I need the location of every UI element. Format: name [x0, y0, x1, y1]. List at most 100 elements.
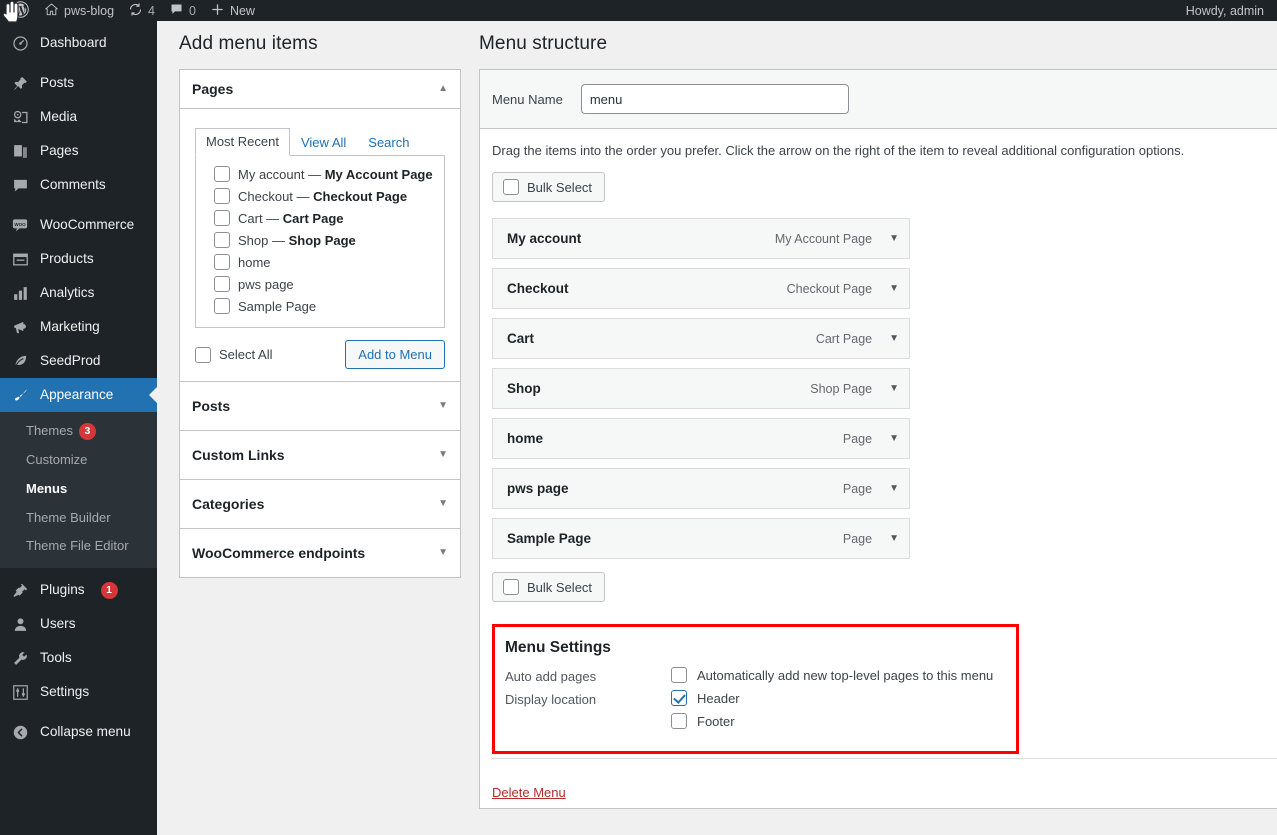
site-name-menu[interactable]: pws-blog [37, 0, 121, 21]
submenu-item-theme-builder[interactable]: Theme Builder [0, 504, 157, 533]
accordion-woocommerce-endpoints-header[interactable]: WooCommerce endpoints ▼ [180, 529, 460, 577]
accordion-pages-header[interactable]: Pages ▲ [180, 70, 460, 109]
sidebar-item-media[interactable]: Media [0, 100, 157, 134]
updates-menu[interactable]: 4 [121, 0, 162, 21]
display-location-footer-checkbox[interactable] [671, 713, 687, 729]
chevron-down-icon[interactable]: ▼ [889, 233, 899, 244]
collapse-arrow-icon [10, 722, 30, 742]
display-location-header-control[interactable]: Header [671, 690, 740, 706]
sidebar-item-plugins[interactable]: Plugins 1 [0, 573, 157, 607]
sidebar-item-appearance[interactable]: Appearance [0, 378, 157, 412]
submenu-item-customize[interactable]: Customize [0, 446, 157, 475]
chevron-down-icon[interactable]: ▼ [889, 483, 899, 494]
sidebar-item-analytics[interactable]: Analytics [0, 276, 157, 310]
chevron-down-icon[interactable]: ▼ [438, 548, 448, 558]
pin-icon [10, 73, 30, 93]
menu-item-row[interactable]: Shop Shop Page ▼ [492, 368, 910, 409]
sidebar-item-woocommerce[interactable]: WOO WooCommerce [0, 208, 157, 242]
bulk-select-top-checkbox[interactable] [503, 179, 519, 195]
bulk-select-bottom-button[interactable]: Bulk Select [492, 572, 606, 602]
chevron-up-icon[interactable]: ▲ [438, 84, 448, 94]
chevron-down-icon[interactable]: ▼ [889, 433, 899, 444]
auto-add-pages-checkbox[interactable] [671, 667, 687, 683]
page-checkbox[interactable] [214, 298, 230, 314]
menu-item-row[interactable]: pws page Page ▼ [492, 468, 910, 509]
chevron-down-icon[interactable]: ▼ [889, 533, 899, 544]
menu-item-row[interactable]: My account My Account Page ▼ [492, 218, 910, 259]
menu-item-type: Shop Page [810, 381, 873, 396]
sidebar-item-products[interactable]: Products [0, 242, 157, 276]
page-checkbox-row[interactable]: Sample Page [206, 295, 434, 317]
bulk-select-top-button[interactable]: Bulk Select [492, 172, 606, 202]
bulk-select-label: Bulk Select [527, 179, 593, 195]
wordpress-logo-button[interactable] [3, 0, 37, 21]
accordion-posts-header[interactable]: Posts ▼ [180, 382, 460, 430]
page-checkbox[interactable] [214, 188, 230, 204]
user-icon [10, 614, 30, 634]
page-checkbox[interactable] [214, 232, 230, 248]
comments-menu[interactable]: 0 [162, 0, 203, 21]
select-all-row[interactable]: Select All [195, 344, 272, 366]
page-checkbox-row[interactable]: pws page [206, 273, 434, 295]
page-checkbox[interactable] [214, 210, 230, 226]
accordion-categories-header[interactable]: Categories ▼ [180, 480, 460, 528]
wordpress-logo-icon [11, 0, 29, 21]
page-checkbox-row[interactable]: home [206, 251, 434, 273]
chevron-down-icon[interactable]: ▼ [438, 450, 448, 460]
menu-settings-wrapper: Menu Settings Auto add pages Automatical… [492, 624, 1265, 758]
chevron-down-icon[interactable]: ▼ [438, 499, 448, 509]
accordion-woocommerce-endpoints: WooCommerce endpoints ▼ [179, 529, 461, 578]
display-location-header-checkbox[interactable] [671, 690, 687, 706]
page-checkbox-row[interactable]: Shop — Shop Page [206, 229, 434, 251]
sidebar-item-label: Pages [40, 143, 79, 159]
menu-item-row[interactable]: Cart Cart Page ▼ [492, 318, 910, 359]
new-content-menu[interactable]: New [203, 0, 262, 21]
menu-item-row[interactable]: home Page ▼ [492, 418, 910, 459]
sidebar-item-settings[interactable]: Settings [0, 675, 157, 709]
auto-add-pages-row: Auto add pages Automatically add new top… [505, 667, 1002, 684]
auto-add-pages-control[interactable]: Automatically add new top-level pages to… [671, 667, 993, 683]
chevron-down-icon[interactable]: ▼ [889, 283, 899, 294]
chevron-down-icon[interactable]: ▼ [889, 383, 899, 394]
my-account-menu[interactable]: Howdy, admin [1179, 0, 1277, 21]
accordion-custom-links-header[interactable]: Custom Links ▼ [180, 431, 460, 479]
menu-item-row[interactable]: Checkout Checkout Page ▼ [492, 268, 910, 309]
chevron-down-icon[interactable]: ▼ [438, 401, 448, 411]
add-to-menu-button[interactable]: Add to Menu [345, 340, 445, 369]
page-checkbox[interactable] [214, 276, 230, 292]
page-label: Shop — Shop Page [238, 232, 356, 248]
sidebar-item-label: Tools [40, 650, 72, 666]
page-label: My account — My Account Page [238, 166, 433, 182]
chevron-down-icon[interactable]: ▼ [889, 333, 899, 344]
menu-structure-panel: Menu structure Menu Name Drag the items … [479, 21, 1277, 835]
sidebar-item-users[interactable]: Users [0, 607, 157, 641]
sidebar-item-comments[interactable]: Comments [0, 168, 157, 202]
submenu-item-themes[interactable]: Themes 3 [0, 417, 157, 446]
select-all-checkbox[interactable] [195, 346, 211, 363]
menu-name-input[interactable] [580, 84, 849, 114]
sidebar-item-label: Posts [40, 75, 74, 91]
page-checkbox-row[interactable]: Checkout — Checkout Page [206, 185, 434, 207]
tab-view-all[interactable]: View All [290, 129, 357, 156]
sidebar-item-dashboard[interactable]: Dashboard [0, 26, 157, 60]
accordion-title: Categories [192, 496, 265, 512]
sidebar-item-seedprod[interactable]: SeedProd [0, 344, 157, 378]
submenu-item-menus[interactable]: Menus [0, 475, 157, 504]
page-checkbox[interactable] [214, 166, 230, 182]
tab-search[interactable]: Search [357, 129, 420, 156]
sidebar-item-posts[interactable]: Posts [0, 66, 157, 100]
sidebar-item-tools[interactable]: Tools [0, 641, 157, 675]
sidebar-item-pages[interactable]: Pages [0, 134, 157, 168]
sidebar-item-marketing[interactable]: Marketing [0, 310, 157, 344]
delete-menu-link[interactable]: Delete Menu [492, 785, 566, 800]
submenu-item-theme-file-editor[interactable]: Theme File Editor [0, 532, 157, 561]
page-checkbox-row[interactable]: Cart — Cart Page [206, 207, 434, 229]
collapse-menu-button[interactable]: Collapse menu [0, 715, 157, 749]
display-location-footer-control[interactable]: Footer [671, 713, 740, 729]
page-checkbox-row[interactable]: My account — My Account Page [206, 163, 434, 185]
menu-item-row[interactable]: Sample Page Page ▼ [492, 518, 910, 559]
page-checkbox[interactable] [214, 254, 230, 270]
bulk-select-bottom-checkbox[interactable] [503, 579, 519, 595]
tab-most-recent[interactable]: Most Recent [195, 128, 290, 156]
pages-panel-footer: Select All Add to Menu [195, 340, 445, 369]
